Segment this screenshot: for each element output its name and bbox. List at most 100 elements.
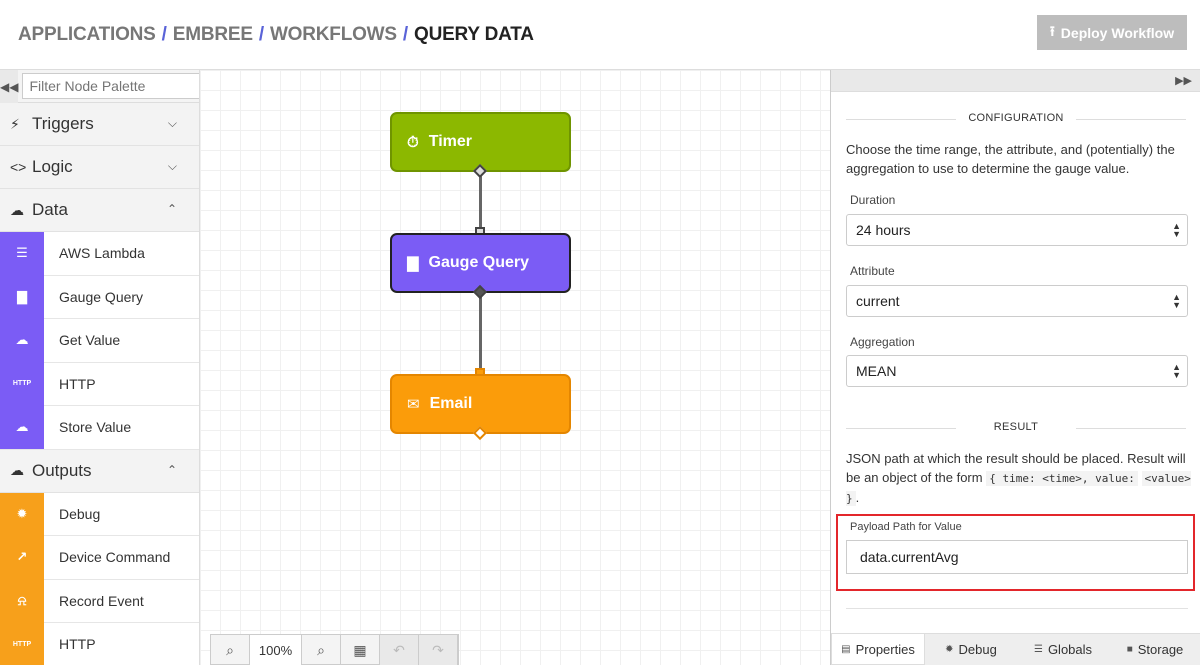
double-chevron-left-icon: ◀◀ [0, 79, 19, 94]
select-arrows-icon: ▲ ▼ [1172, 292, 1181, 310]
tab-storage[interactable]: ■ Storage [1109, 634, 1200, 665]
palette-toolbar: ◀◀ [0, 70, 199, 103]
workflow-node-gauge-query[interactable]: ▇ Gauge Query [390, 233, 571, 293]
attribute-label: Attribute [850, 264, 895, 278]
bell-icon: ⍾ [0, 579, 44, 623]
breadcrumb-workflows[interactable]: WORKFLOWS [270, 24, 397, 46]
workflow-node-timer[interactable]: ⏱︎ Timer [390, 112, 571, 172]
category-triggers[interactable]: ⚡︎ Triggers ⌵ [0, 103, 199, 146]
redo-button[interactable]: ↷ [419, 635, 458, 665]
cloud-download-icon: ☁︎ [0, 318, 44, 362]
list-icon: ☰ [1033, 644, 1043, 655]
tab-label: Globals [1047, 642, 1093, 657]
palette-node-aws-lambda[interactable]: ☰ AWS Lambda [0, 231, 199, 276]
duration-select[interactable]: 24 hours ▲ ▼ [846, 214, 1188, 246]
tab-globals[interactable]: ☰ Globals [1017, 634, 1109, 665]
collapse-palette-button[interactable]: ◀◀ [0, 70, 19, 103]
cloud-upload-icon: ☁︎ [10, 462, 24, 478]
select-arrows-icon: ▲ ▼ [1172, 362, 1181, 380]
canvas-toolbar: ⌕ 100% ⌕ ▦ ↶ ↷ [210, 634, 459, 665]
undo-button[interactable]: ↶ [380, 635, 419, 665]
workflow-node-label: Email [429, 395, 473, 412]
category-label: Data [32, 200, 68, 219]
aggregation-label: Aggregation [850, 335, 915, 349]
palette-node-record-event[interactable]: ⍾ Record Event [0, 579, 199, 623]
palette-node-get-value[interactable]: ☁︎ Get Value [0, 318, 199, 363]
category-data[interactable]: ☁︎ Data ⌃ [0, 189, 199, 232]
workflow-node-email[interactable]: ✉︎ Email [390, 374, 571, 434]
palette-node-store-value[interactable]: ☁︎ Store Value [0, 405, 199, 450]
filter-node-palette-input[interactable] [22, 73, 199, 99]
zoom-out-icon: ⌕ [226, 641, 234, 658]
palette-node-http-output[interactable]: HTTP HTTP [0, 622, 199, 665]
http-badge: HTTP [12, 380, 32, 388]
zoom-in-button[interactable]: ⌕ [302, 635, 341, 665]
palette-node-label: Record Event [59, 592, 144, 609]
double-chevron-right-icon[interactable]: ▶▶ [1175, 74, 1192, 87]
zoom-in-icon: ⌕ [317, 641, 325, 658]
workflow-canvas[interactable]: ⏱︎ Timer ▇ Gauge Query ✉︎ Email ⌕ 100% ⌕… [200, 70, 830, 665]
aggregation-select[interactable]: MEAN ▲ ▼ [846, 355, 1188, 387]
configuration-description: Choose the time range, the attribute, an… [846, 142, 1175, 176]
redo-icon: ↷ [432, 641, 444, 658]
http-icon: HTTP [0, 622, 44, 665]
palette-node-device-command[interactable]: ↗ Device Command [0, 535, 199, 580]
breadcrumb-current: QUERY DATA [413, 24, 534, 45]
connector-timer-gauge[interactable] [479, 172, 482, 234]
attribute-value: current [856, 293, 900, 309]
category-label: Outputs [32, 460, 92, 480]
undo-icon: ↶ [393, 641, 405, 658]
chevron-down-icon: ⌵ [167, 159, 177, 173]
select-arrows-icon: ▲ ▼ [1172, 221, 1181, 239]
result-description-end: . [855, 490, 860, 505]
header-bar: APPLICATIONS / EMBREE / WORKFLOWS / QUER… [0, 0, 1200, 70]
category-logic[interactable]: <> Logic ⌵ [0, 146, 199, 189]
workflow-node-label: Timer [428, 133, 472, 150]
configuration-header: CONFIGURATION [846, 112, 1186, 124]
lambda-icon: ☰ [0, 231, 44, 275]
envelope-icon: ✉︎ [407, 396, 420, 413]
breadcrumb: APPLICATIONS / EMBREE / WORKFLOWS / QUER… [18, 24, 534, 46]
deploy-workflow-button[interactable]: ⭱ Deploy Workflow [1037, 15, 1187, 50]
palette-node-http[interactable]: HTTP HTTP [0, 362, 199, 406]
panel-toolbar: ▶▶ [831, 70, 1200, 92]
palette-node-label: AWS Lambda [59, 245, 145, 262]
zoom-out-button[interactable]: ⌕ [211, 635, 250, 665]
bug-icon: ✹ [0, 492, 44, 536]
payload-path-highlight [836, 514, 1195, 591]
tab-properties[interactable]: ▤ Properties [831, 634, 925, 665]
lightning-icon: ⚡︎ [10, 115, 20, 132]
connector-gauge-email[interactable] [479, 293, 482, 375]
tab-label: Properties [855, 641, 915, 657]
palette-node-label: Debug [59, 505, 101, 522]
http-icon: HTTP [0, 362, 44, 406]
palette-node-label: Gauge Query [59, 288, 144, 305]
aggregation-value: MEAN [856, 363, 897, 379]
breadcrumb-separator: / [161, 24, 167, 45]
tab-label: Debug [958, 642, 997, 657]
deploy-workflow-label: Deploy Workflow [1060, 24, 1175, 41]
cloud-download-icon: ☁︎ [10, 201, 24, 218]
palette-node-gauge-query[interactable]: ▇ Gauge Query [0, 275, 199, 319]
category-label: Logic [32, 157, 73, 176]
breadcrumb-application[interactable]: EMBREE [173, 24, 253, 46]
palette-node-label: Device Command [59, 549, 171, 566]
breadcrumb-applications[interactable]: APPLICATIONS [18, 24, 156, 46]
chevron-down-icon: ⌵ [167, 116, 177, 130]
node-palette: ◀◀ ⚡︎ Triggers ⌵ <> Logic ⌵ ☁︎ Data ⌃ ☰ … [0, 70, 200, 665]
breadcrumb-separator: / [258, 24, 264, 45]
attribute-select[interactable]: current ▲ ▼ [846, 285, 1188, 317]
palette-node-label: HTTP [59, 636, 96, 653]
breadcrumb-separator: / [402, 24, 408, 45]
tab-debug[interactable]: ✹ Debug [925, 634, 1017, 665]
grid-toggle-button[interactable]: ▦ [341, 635, 380, 665]
bug-icon: ✹ [945, 644, 954, 655]
category-outputs[interactable]: ☁︎ Outputs ⌃ [0, 449, 199, 493]
palette-node-label: Get Value [59, 332, 121, 349]
chevron-up-icon: ⌃ [166, 202, 177, 216]
zoom-level[interactable]: 100% [250, 635, 302, 665]
code-icon: <> [10, 159, 27, 175]
palette-node-debug[interactable]: ✹ Debug [0, 492, 199, 536]
document-icon: ▤ [841, 643, 851, 655]
category-label: Triggers [32, 114, 94, 133]
